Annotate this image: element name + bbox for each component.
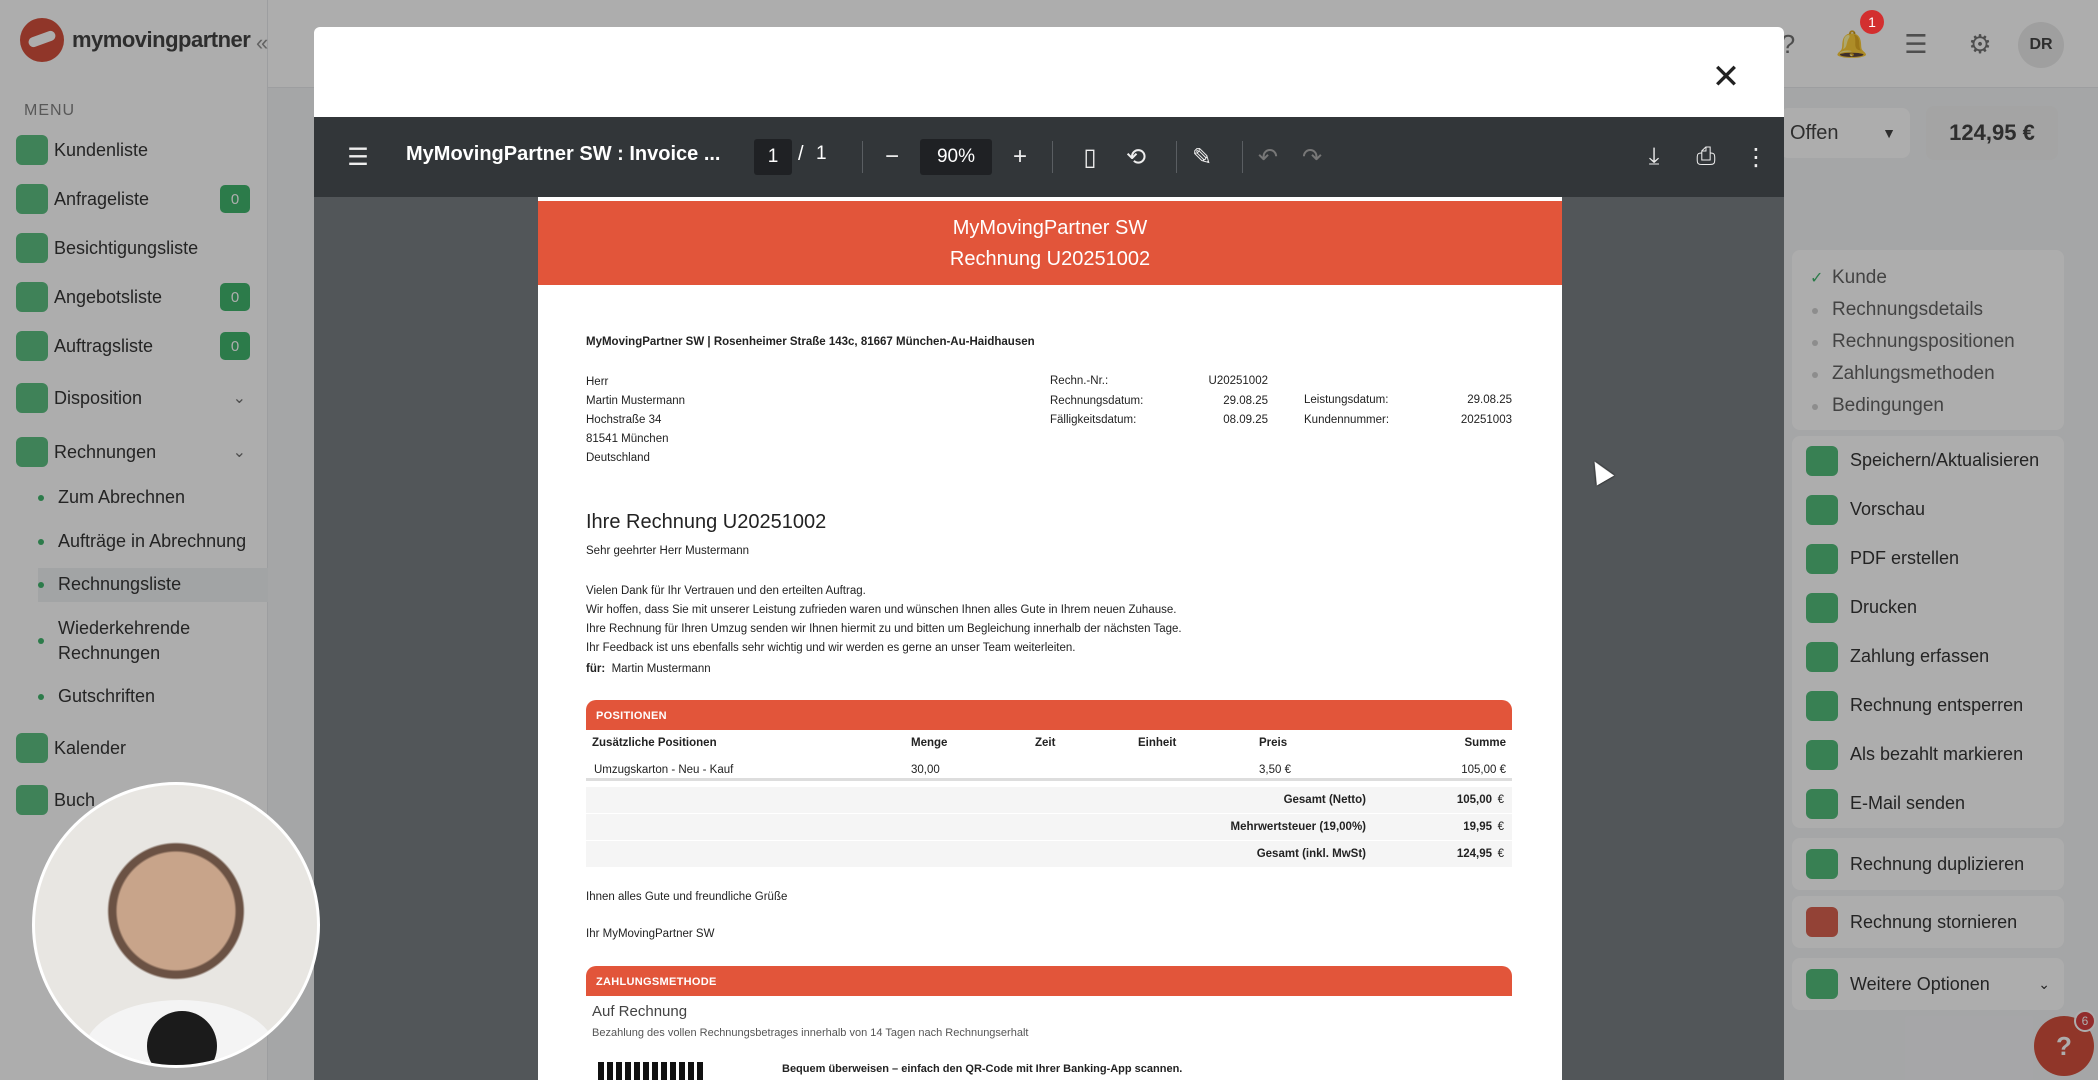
- column-header: Preis: [1259, 737, 1288, 749]
- divider: [1052, 141, 1053, 173]
- close-icon[interactable]: ✕: [1706, 57, 1746, 97]
- payment-method-name: Auf Rechnung: [592, 1003, 688, 1020]
- total-currency: €: [1497, 848, 1504, 860]
- signature: Ihr MyMovingPartner SW: [586, 928, 715, 940]
- meta-label: Leistungsdatum:: [1304, 394, 1389, 406]
- divider: [862, 141, 863, 173]
- column-header: Menge: [911, 737, 948, 749]
- address-line: Martin Mustermann: [586, 395, 686, 407]
- pdf-title: MyMovingPartner SW : Invoice ...: [406, 143, 721, 165]
- qr-hint: Bequem überweisen – einfach den QR-Code …: [782, 1063, 1183, 1075]
- meta-label: Rechn.-Nr.:: [1050, 375, 1109, 387]
- meta-value: 20251003: [1460, 413, 1512, 426]
- letter-line: Ihr Feedback ist uns ebenfalls sehr wich…: [586, 642, 1076, 654]
- more-vertical-icon[interactable]: ⋮: [1736, 137, 1776, 177]
- total-value: 19,95: [1463, 821, 1492, 833]
- meta-left-labels: Rechn.-Nr.: Rechnungsdatum: Fälligkeitsd…: [1050, 372, 1143, 431]
- row-name: Umzugskarton - Neu - Kauf: [594, 764, 734, 776]
- webcam-overlay: [32, 782, 320, 1068]
- meta-label: Rechnungsdatum:: [1050, 394, 1144, 407]
- address-line: Hochstraße 34: [586, 414, 662, 426]
- meta-value: 29.08.25: [1467, 394, 1512, 406]
- total-value: 105,00: [1456, 794, 1492, 806]
- letter-line: Ihre Rechnung für Ihren Umzug senden wir…: [586, 623, 1182, 635]
- pdf-toolbar: ☰ MyMovingPartner SW : Invoice ... 1 / 1…: [314, 117, 1784, 197]
- total-label: Gesamt (Netto): [1283, 794, 1366, 806]
- zoom-in-icon[interactable]: +: [1000, 137, 1040, 177]
- total-label: Mehrwertsteuer (19,00%): [1230, 821, 1367, 833]
- column-header: Einheit: [1138, 737, 1177, 749]
- total-label: Gesamt (inkl. MwSt): [1256, 848, 1366, 860]
- pdf-preview-modal: ✕ ☰ MyMovingPartner SW : Invoice ... 1 /…: [314, 27, 1784, 1080]
- rotate-icon[interactable]: ⟲: [1116, 137, 1156, 177]
- fit-page-icon[interactable]: ▯: [1070, 137, 1110, 177]
- for-value: Martin Mustermann: [611, 663, 711, 675]
- address-line: Deutschland: [586, 452, 650, 464]
- hamburger-menu-icon[interactable]: ☰: [338, 137, 378, 177]
- zoom-input[interactable]: 90%: [920, 139, 992, 175]
- notification-badge: 1: [1860, 10, 1884, 34]
- total-currency: €: [1497, 794, 1504, 806]
- letter-line: Vielen Dank für Ihr Vertrauen und den er…: [586, 585, 866, 597]
- page-total: 1: [816, 143, 827, 164]
- row-sum: 105,00 €: [1461, 764, 1506, 776]
- total-net-row: Gesamt (Netto) 105,00 €: [586, 787, 1512, 814]
- invoice-header: MyMovingPartner SW Rechnung U20251002: [538, 201, 1562, 285]
- payment-section-bar: ZAHLUNGSMETHODE: [586, 966, 1512, 996]
- qr-code-icon: [598, 1062, 704, 1080]
- letter-line: Wir hoffen, dass Sie mit unserer Leistun…: [586, 604, 1177, 616]
- meta-left-values: U20251002 29.08.25 08.09.25: [1188, 372, 1268, 431]
- address-line: 81541 München: [586, 433, 669, 445]
- undo-icon[interactable]: ↶: [1248, 137, 1288, 177]
- divider: [1176, 141, 1177, 173]
- page-number-input[interactable]: 1: [754, 139, 792, 175]
- sender-line: MyMovingPartner SW | Rosenheimer Straße …: [586, 336, 1035, 348]
- payment-method-desc: Bezahlung des vollen Rechnungsbetrages i…: [592, 1027, 1029, 1039]
- positions-section-bar: POSITIONEN: [586, 700, 1512, 730]
- invoice-heading: Ihre Rechnung U20251002: [586, 511, 827, 533]
- positions-table-header: Zusätzliche Positionen Menge Zeit Einhei…: [586, 730, 1512, 756]
- download-icon[interactable]: ⤓: [1634, 137, 1674, 177]
- total-gross-row: Gesamt (inkl. MwSt) 124,95 €: [586, 841, 1512, 868]
- for-label: für:: [586, 663, 606, 675]
- address-line: Herr: [586, 376, 609, 388]
- meta-label: Fälligkeitsdatum:: [1050, 414, 1137, 426]
- invoice-header-number: Rechnung U20251002: [949, 248, 1151, 270]
- meta-label: Kundennummer:: [1304, 413, 1390, 426]
- for-line: für: Martin Mustermann: [586, 663, 711, 675]
- column-header: Zusätzliche Positionen: [592, 737, 717, 749]
- total-currency: €: [1497, 821, 1504, 833]
- page-separator: /: [798, 143, 804, 165]
- zoom-out-icon[interactable]: −: [872, 137, 912, 177]
- column-header: Summe: [1464, 737, 1506, 749]
- meta-right-values: 29.08.25 20251003: [1438, 391, 1512, 430]
- meta-value: 08.09.25: [1223, 414, 1268, 426]
- recipient-address: Herr Martin Mustermann Hochstraße 34 815…: [586, 373, 685, 468]
- printer-icon[interactable]: ⎙: [1686, 137, 1726, 177]
- meta-value: U20251002: [1208, 375, 1268, 387]
- pdf-page: MyMovingPartner SW Rechnung U20251002 My…: [538, 197, 1562, 1080]
- total-value: 124,95: [1456, 848, 1492, 860]
- annotate-icon[interactable]: ✎: [1182, 137, 1222, 177]
- closing-line: Ihnen alles Gute und freundliche Grüße: [586, 891, 788, 903]
- row-price: 3,50 €: [1259, 764, 1291, 776]
- pdf-viewport[interactable]: MyMovingPartner SW Rechnung U20251002 My…: [314, 197, 1784, 1080]
- meta-right-labels: Leistungsdatum: Kundennummer:: [1304, 391, 1389, 430]
- meta-value: 29.08.25: [1223, 394, 1268, 407]
- redo-icon[interactable]: ↷: [1292, 137, 1332, 177]
- salutation: Sehr geehrter Herr Mustermann: [586, 545, 749, 557]
- divider: [1242, 141, 1243, 173]
- letter-body: Vielen Dank für Ihr Vertrauen und den er…: [586, 582, 1182, 658]
- vat-row: Mehrwertsteuer (19,00%) 19,95 €: [586, 814, 1512, 841]
- table-row: Umzugskarton - Neu - Kauf 30,00 3,50 € 1…: [586, 757, 1512, 781]
- column-header: Zeit: [1035, 737, 1056, 749]
- invoice-header-company: MyMovingPartner SW: [952, 217, 1148, 239]
- row-qty: 30,00: [911, 764, 940, 776]
